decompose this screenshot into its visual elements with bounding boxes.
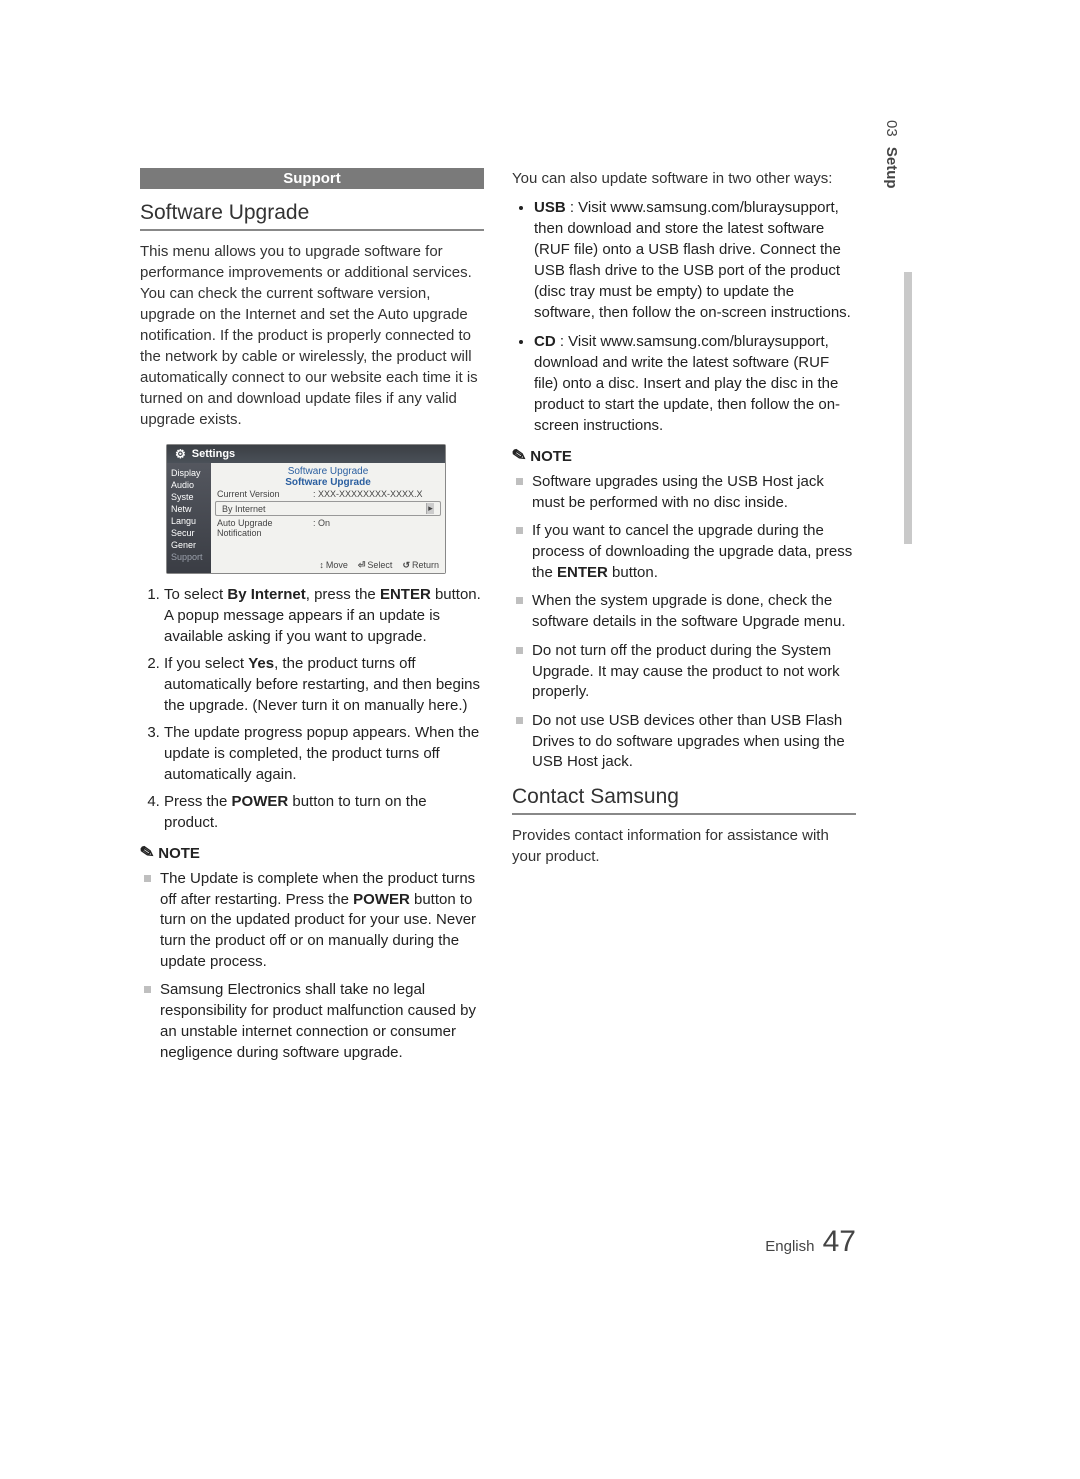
- note-item: If you want to cancel the upgrade during…: [532, 521, 856, 583]
- panel-subtitle: Software Upgrade: [211, 477, 445, 488]
- sidebar-item: Gener: [167, 539, 211, 551]
- label: Auto Upgrade Notification: [217, 518, 313, 538]
- step-1: To select By Internet, press the ENTER b…: [164, 584, 484, 647]
- page-number: 47: [823, 1225, 856, 1258]
- note-item: Do not use USB devices other than USB Fl…: [532, 711, 856, 773]
- section-label-support: Support: [140, 168, 484, 189]
- row-current-version: Current Version : XXX-XXXXXXXX-XXXX.X: [211, 488, 445, 500]
- sidebar-item: Secur: [167, 527, 211, 539]
- footer-language: English: [765, 1238, 814, 1255]
- sidebar-item: Display: [167, 467, 211, 479]
- note-label: NOTE: [158, 845, 200, 862]
- note-item: The Update is complete when the product …: [160, 869, 484, 972]
- label: Current Version: [217, 489, 313, 499]
- usb-method: USB : Visit www.samsung.com/bluraysuppor…: [534, 197, 856, 323]
- hint-return: ↺Return: [402, 560, 439, 571]
- section-name: Setup: [883, 147, 900, 189]
- note-item: Samsung Electronics shall take no legal …: [160, 980, 484, 1063]
- label: By Internet: [222, 504, 318, 514]
- note-icon: ✎: [510, 445, 528, 467]
- note-heading: ✎ NOTE: [140, 843, 484, 863]
- settings-header: ⚙ Settings: [167, 445, 445, 463]
- contact-text: Provides contact information for assista…: [512, 825, 856, 867]
- right-column: You can also update software in two othe…: [512, 168, 856, 1249]
- step-2: If you select Yes, the product turns off…: [164, 653, 484, 716]
- row-auto-upgrade: Auto Upgrade Notification : On: [211, 517, 445, 539]
- contact-paragraph: Provides contact information for assista…: [512, 825, 856, 867]
- left-column: Support Software Upgrade This menu allow…: [140, 168, 484, 1249]
- note-item: Do not turn off the product during the S…: [532, 641, 856, 703]
- right-intro-text: You can also update software in two othe…: [512, 168, 856, 189]
- right-notes: Software upgrades using the USB Host jac…: [512, 472, 856, 773]
- settings-panel: Software Upgrade Software Upgrade Curren…: [211, 463, 445, 573]
- step-3: The update progress popup appears. When …: [164, 722, 484, 785]
- page-content: Support Software Upgrade This menu allow…: [140, 168, 856, 1249]
- settings-screenshot: ⚙ Settings Display Audio Syste Netw Lang…: [166, 444, 446, 574]
- left-notes: The Update is complete when the product …: [140, 869, 484, 1063]
- gear-icon: ⚙: [175, 447, 186, 461]
- procedure-steps: To select By Internet, press the ENTER b…: [140, 584, 484, 833]
- section-number: 03: [883, 120, 900, 137]
- panel-footer-hints: ↕Move ⏎Select ↺Return: [319, 560, 439, 571]
- value: : XXX-XXXXXXXX-XXXX.X: [313, 489, 423, 499]
- note-icon: ✎: [138, 842, 156, 864]
- settings-sidebar: Display Audio Syste Netw Langu Secur Gen…: [167, 463, 211, 573]
- sidebar-item: Audio: [167, 479, 211, 491]
- intro-paragraph: This menu allows you to upgrade software…: [140, 241, 484, 430]
- page-footer: English 47: [765, 1225, 856, 1259]
- settings-title: Settings: [192, 448, 235, 460]
- row-by-internet: By Internet ▸: [215, 501, 441, 516]
- side-tab: 03 Setup: [883, 120, 900, 189]
- panel-title: Software Upgrade: [211, 466, 445, 477]
- cd-method: CD : Visit www.samsung.com/bluraysupport…: [534, 331, 856, 436]
- heading-contact-samsung: Contact Samsung: [512, 785, 856, 815]
- note-label: NOTE: [530, 448, 572, 465]
- other-ways-list: USB : Visit www.samsung.com/bluraysuppor…: [512, 197, 856, 436]
- value: : On: [313, 518, 330, 538]
- thumb-index-stripe: [904, 272, 912, 544]
- hint-move: ↕Move: [319, 560, 348, 571]
- heading-software-upgrade: Software Upgrade: [140, 201, 484, 231]
- step-4: Press the POWER button to turn on the pr…: [164, 791, 484, 833]
- hint-select: ⏎Select: [358, 560, 393, 571]
- sidebar-item: Netw: [167, 503, 211, 515]
- note-heading: ✎ NOTE: [512, 446, 856, 466]
- chevron-right-icon: ▸: [426, 503, 434, 514]
- right-intro: You can also update software in two othe…: [512, 168, 856, 189]
- sidebar-item: Syste: [167, 491, 211, 503]
- intro-paragraph-text: This menu allows you to upgrade software…: [140, 241, 484, 430]
- note-item: Software upgrades using the USB Host jac…: [532, 472, 856, 513]
- sidebar-item-support: Support: [167, 551, 211, 563]
- sidebar-item: Langu: [167, 515, 211, 527]
- note-item: When the system upgrade is done, check t…: [532, 591, 856, 632]
